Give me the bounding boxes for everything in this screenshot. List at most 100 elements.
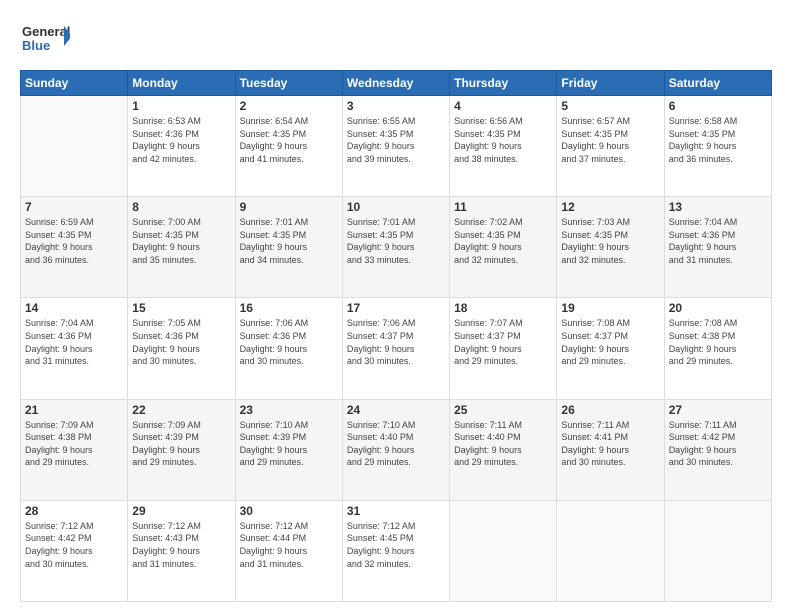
calendar-day-cell: 4 Sunrise: 6:56 AM Sunset: 4:35 PM Daylig…	[450, 96, 557, 197]
calendar-day-header: Sunday	[21, 71, 128, 96]
calendar-day-cell: 5Sunrise: 6:57 AM Sunset: 4:35 PM Daylig…	[557, 96, 664, 197]
calendar-day-cell: 27 Sunrise: 7:11 AM Sunset: 4:42 PM Dayli…	[664, 399, 771, 500]
day-number: 19	[561, 301, 659, 315]
day-number: 12	[561, 200, 659, 214]
calendar-day-cell: 13 Sunrise: 7:04 AM Sunset: 4:36 PM Dayli…	[664, 197, 771, 298]
calendar-day-header: Saturday	[664, 71, 771, 96]
calendar-week-row: 7 Sunrise: 6:59 AM Sunset: 4:35 PM Daylig…	[21, 197, 772, 298]
calendar-day-cell: 9 Sunrise: 7:01 AM Sunset: 4:35 PM Daylig…	[235, 197, 342, 298]
day-info: Sunrise: 7:12 AM Sunset: 4:43 PM Dayligh…	[132, 520, 230, 570]
calendar-day-cell: 11 Sunrise: 7:02 AM Sunset: 4:35 PM Dayli…	[450, 197, 557, 298]
day-number: 14	[25, 301, 123, 315]
day-number: 18	[454, 301, 552, 315]
day-info: Sunrise: 6:59 AM Sunset: 4:35 PM Dayligh…	[25, 216, 123, 266]
header: General Blue	[20, 18, 772, 60]
calendar-week-row: 21 Sunrise: 7:09 AM Sunset: 4:38 PM Dayli…	[21, 399, 772, 500]
day-info: Sunrise: 7:09 AM Sunset: 4:38 PM Dayligh…	[25, 419, 123, 469]
day-info: Sunrise: 7:08 AM Sunset: 4:37 PM Dayligh…	[561, 317, 659, 367]
day-number: 11	[454, 200, 552, 214]
day-number: 15	[132, 301, 230, 315]
calendar-day-cell	[450, 500, 557, 601]
day-info: Sunrise: 6:56 AM Sunset: 4:35 PM Dayligh…	[454, 115, 552, 165]
calendar-day-header: Thursday	[450, 71, 557, 96]
calendar-day-cell: 21 Sunrise: 7:09 AM Sunset: 4:38 PM Dayli…	[21, 399, 128, 500]
day-number: 9	[240, 200, 338, 214]
day-info: Sunrise: 7:12 AM Sunset: 4:44 PM Dayligh…	[240, 520, 338, 570]
calendar-day-cell	[664, 500, 771, 601]
day-number: 4	[454, 99, 552, 113]
calendar-day-cell: 28Sunrise: 7:12 AM Sunset: 4:42 PM Dayli…	[21, 500, 128, 601]
day-info: Sunrise: 7:04 AM Sunset: 4:36 PM Dayligh…	[25, 317, 123, 367]
calendar-day-cell: 20 Sunrise: 7:08 AM Sunset: 4:38 PM Dayli…	[664, 298, 771, 399]
calendar-week-row: 28Sunrise: 7:12 AM Sunset: 4:42 PM Dayli…	[21, 500, 772, 601]
calendar-day-cell: 2Sunrise: 6:54 AM Sunset: 4:35 PM Daylig…	[235, 96, 342, 197]
day-number: 13	[669, 200, 767, 214]
day-number: 30	[240, 504, 338, 518]
day-number: 5	[561, 99, 659, 113]
day-info: Sunrise: 7:09 AM Sunset: 4:39 PM Dayligh…	[132, 419, 230, 469]
day-info: Sunrise: 7:04 AM Sunset: 4:36 PM Dayligh…	[669, 216, 767, 266]
calendar-day-cell: 29 Sunrise: 7:12 AM Sunset: 4:43 PM Dayli…	[128, 500, 235, 601]
page: General Blue SundayMondayTuesdayWednesda…	[0, 0, 792, 612]
day-number: 31	[347, 504, 445, 518]
day-info: Sunrise: 7:08 AM Sunset: 4:38 PM Dayligh…	[669, 317, 767, 367]
calendar-day-cell: 23Sunrise: 7:10 AM Sunset: 4:39 PM Dayli…	[235, 399, 342, 500]
day-number: 7	[25, 200, 123, 214]
calendar-week-row: 14 Sunrise: 7:04 AM Sunset: 4:36 PM Dayli…	[21, 298, 772, 399]
day-info: Sunrise: 7:06 AM Sunset: 4:36 PM Dayligh…	[240, 317, 338, 367]
day-number: 21	[25, 403, 123, 417]
day-number: 20	[669, 301, 767, 315]
day-number: 6	[669, 99, 767, 113]
calendar-table: SundayMondayTuesdayWednesdayThursdayFrid…	[20, 70, 772, 602]
calendar-header-row: SundayMondayTuesdayWednesdayThursdayFrid…	[21, 71, 772, 96]
day-number: 1	[132, 99, 230, 113]
calendar-day-cell: 18 Sunrise: 7:07 AM Sunset: 4:37 PM Dayli…	[450, 298, 557, 399]
day-info: Sunrise: 7:06 AM Sunset: 4:37 PM Dayligh…	[347, 317, 445, 367]
day-info: Sunrise: 7:10 AM Sunset: 4:40 PM Dayligh…	[347, 419, 445, 469]
calendar-day-cell: 1 Sunrise: 6:53 AM Sunset: 4:36 PM Daylig…	[128, 96, 235, 197]
calendar-day-cell: 26Sunrise: 7:11 AM Sunset: 4:41 PM Dayli…	[557, 399, 664, 500]
day-info: Sunrise: 7:11 AM Sunset: 4:42 PM Dayligh…	[669, 419, 767, 469]
calendar-day-cell: 30 Sunrise: 7:12 AM Sunset: 4:44 PM Dayli…	[235, 500, 342, 601]
day-info: Sunrise: 7:12 AM Sunset: 4:42 PM Dayligh…	[25, 520, 123, 570]
calendar-day-cell: 25Sunrise: 7:11 AM Sunset: 4:40 PM Dayli…	[450, 399, 557, 500]
calendar-day-cell: 14 Sunrise: 7:04 AM Sunset: 4:36 PM Dayli…	[21, 298, 128, 399]
day-number: 27	[669, 403, 767, 417]
logo-svg: General Blue	[20, 18, 70, 60]
calendar-day-cell: 7 Sunrise: 6:59 AM Sunset: 4:35 PM Daylig…	[21, 197, 128, 298]
day-number: 2	[240, 99, 338, 113]
calendar-day-cell: 24 Sunrise: 7:10 AM Sunset: 4:40 PM Dayli…	[342, 399, 449, 500]
day-number: 3	[347, 99, 445, 113]
day-info: Sunrise: 7:01 AM Sunset: 4:35 PM Dayligh…	[347, 216, 445, 266]
calendar-day-cell: 31Sunrise: 7:12 AM Sunset: 4:45 PM Dayli…	[342, 500, 449, 601]
day-number: 8	[132, 200, 230, 214]
calendar-day-cell: 19 Sunrise: 7:08 AM Sunset: 4:37 PM Dayli…	[557, 298, 664, 399]
calendar-day-cell: 6 Sunrise: 6:58 AM Sunset: 4:35 PM Daylig…	[664, 96, 771, 197]
day-info: Sunrise: 7:02 AM Sunset: 4:35 PM Dayligh…	[454, 216, 552, 266]
calendar-day-cell	[557, 500, 664, 601]
day-number: 29	[132, 504, 230, 518]
day-number: 25	[454, 403, 552, 417]
day-info: Sunrise: 6:55 AM Sunset: 4:35 PM Dayligh…	[347, 115, 445, 165]
day-info: Sunrise: 7:00 AM Sunset: 4:35 PM Dayligh…	[132, 216, 230, 266]
calendar-day-cell	[21, 96, 128, 197]
day-info: Sunrise: 7:03 AM Sunset: 4:35 PM Dayligh…	[561, 216, 659, 266]
calendar-day-header: Friday	[557, 71, 664, 96]
day-number: 24	[347, 403, 445, 417]
calendar-day-cell: 10 Sunrise: 7:01 AM Sunset: 4:35 PM Dayli…	[342, 197, 449, 298]
calendar-day-cell: 12 Sunrise: 7:03 AM Sunset: 4:35 PM Dayli…	[557, 197, 664, 298]
day-number: 23	[240, 403, 338, 417]
day-info: Sunrise: 6:53 AM Sunset: 4:36 PM Dayligh…	[132, 115, 230, 165]
day-info: Sunrise: 7:07 AM Sunset: 4:37 PM Dayligh…	[454, 317, 552, 367]
logo: General Blue	[20, 18, 70, 60]
day-info: Sunrise: 7:01 AM Sunset: 4:35 PM Dayligh…	[240, 216, 338, 266]
calendar-day-header: Wednesday	[342, 71, 449, 96]
calendar-day-cell: 22Sunrise: 7:09 AM Sunset: 4:39 PM Dayli…	[128, 399, 235, 500]
day-number: 10	[347, 200, 445, 214]
calendar-day-cell: 15Sunrise: 7:05 AM Sunset: 4:36 PM Dayli…	[128, 298, 235, 399]
calendar-day-header: Tuesday	[235, 71, 342, 96]
calendar-day-header: Monday	[128, 71, 235, 96]
calendar-day-cell: 17Sunrise: 7:06 AM Sunset: 4:37 PM Dayli…	[342, 298, 449, 399]
calendar-day-cell: 3 Sunrise: 6:55 AM Sunset: 4:35 PM Daylig…	[342, 96, 449, 197]
day-info: Sunrise: 6:58 AM Sunset: 4:35 PM Dayligh…	[669, 115, 767, 165]
